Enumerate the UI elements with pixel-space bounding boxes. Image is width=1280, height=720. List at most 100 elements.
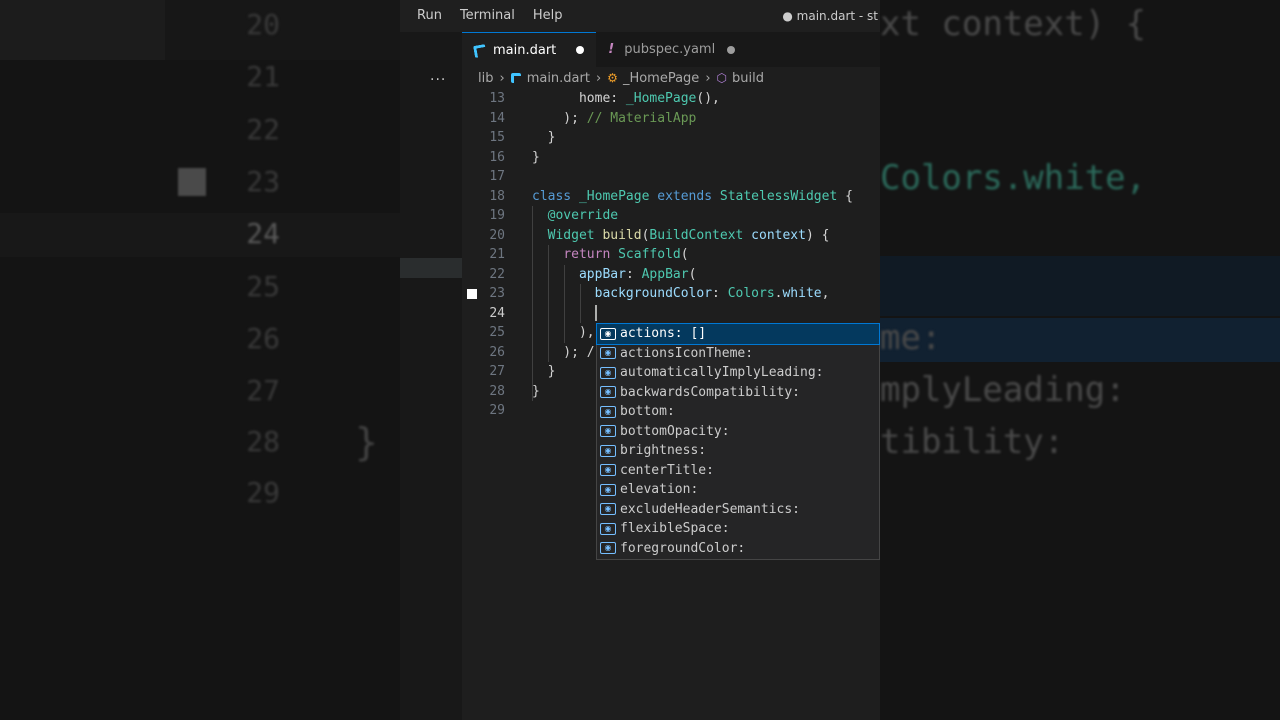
line-number: 25	[489, 325, 505, 340]
suggestion-label: actionsIconTheme:	[620, 345, 754, 361]
code-text: }	[532, 130, 556, 145]
chevron-right-icon: ›	[595, 70, 602, 86]
bg-line-number: 21	[246, 60, 280, 93]
code-line[interactable]: 24	[462, 304, 880, 324]
property-icon: ◉	[600, 483, 616, 496]
code-line[interactable]: 20 Widget build(BuildContext context) {	[462, 226, 880, 246]
tab-main-dart[interactable]: main.dart	[462, 32, 597, 67]
dart-icon	[510, 73, 521, 83]
line-number: 17	[489, 169, 505, 184]
indent-guide	[548, 245, 549, 362]
suggestion-item[interactable]: ◉ foregroundColor:	[597, 539, 879, 559]
tab-pubspec-yaml[interactable]: ! pubspec.yaml	[596, 32, 747, 67]
indent-guide	[532, 206, 533, 401]
code-text: home: _HomePage(),	[532, 91, 720, 106]
code-line[interactable]: 13 home: _HomePage(),	[462, 89, 880, 109]
suggestion-item[interactable]: ◉ brightness:	[597, 441, 879, 461]
code-line[interactable]: 14 ); // MaterialApp	[462, 109, 880, 129]
suggestion-item[interactable]: ◉ actions: []	[596, 323, 880, 345]
indent-guide	[564, 264, 565, 343]
code-line[interactable]: 19 @override	[462, 206, 880, 226]
property-icon: ◉	[600, 327, 616, 340]
suggestion-item[interactable]: ◉ automaticallyImplyLeading:	[597, 363, 879, 383]
autocomplete-widget[interactable]: ◉ actions: [] ◉ actionsIconTheme: ◉ automatic…	[596, 323, 880, 560]
bg-right-line: me:	[880, 318, 942, 358]
property-icon: ◉	[600, 366, 616, 379]
line-number: 21	[489, 247, 505, 262]
line-number: 27	[489, 364, 505, 379]
suggestion-label: centerTitle:	[620, 462, 714, 478]
breadcrumb-method[interactable]: build	[732, 71, 764, 86]
code-line[interactable]: 17	[462, 167, 880, 187]
code-text: }	[532, 149, 540, 165]
property-icon: ◉	[600, 464, 616, 477]
property-icon: ◉	[600, 444, 616, 457]
suggestion-item[interactable]: ◉ excludeHeaderSemantics:	[597, 500, 879, 520]
suggestion-item[interactable]: ◉ actionsIconTheme:	[597, 344, 879, 364]
tab-label: main.dart	[493, 42, 557, 58]
unsaved-dot-icon[interactable]	[576, 46, 585, 54]
bg-right-line: xt context) {	[880, 4, 1147, 44]
breadcrumb-class[interactable]: _HomePage	[623, 71, 699, 86]
window-title: ● main.dart - st	[782, 9, 878, 23]
breadcrumb-file[interactable]: main.dart	[527, 71, 590, 86]
suggestion-item[interactable]: ◉ bottomOpacity:	[597, 422, 879, 442]
code-line[interactable]: 21 return Scaffold(	[462, 245, 880, 265]
line-number: 22	[489, 266, 505, 282]
menu-run[interactable]: Run	[408, 0, 451, 32]
bg-right-line: tibility:	[880, 422, 1065, 462]
bg-right-line: Colors.white,	[880, 158, 1147, 198]
bg-line-number: 25	[246, 270, 280, 303]
suggestion-item[interactable]: ◉ elevation:	[597, 480, 879, 500]
suggestion-item[interactable]: ◉ backwardsCompatibility:	[597, 383, 879, 403]
bg-right-line: mplyLeading:	[880, 370, 1126, 410]
suggestion-label: elevation:	[620, 482, 699, 497]
dart-icon	[474, 45, 485, 56]
tab-bar: main.dart ! pubspec.yaml	[462, 32, 880, 67]
line-number: 28	[489, 383, 505, 399]
code-line[interactable]: 22 appBar: AppBar(	[462, 265, 880, 285]
code-text: @override	[547, 208, 619, 223]
class-icon: ⚙	[607, 71, 618, 85]
chevron-right-icon: ›	[705, 70, 711, 86]
bg-line-number: 23	[246, 165, 280, 198]
method-icon: ⬡	[716, 71, 727, 85]
activity-bar: ···	[400, 32, 462, 720]
menu-help[interactable]: Help	[524, 0, 572, 32]
property-icon: ◉	[600, 405, 616, 418]
code-text: appBar: AppBar(	[578, 266, 697, 282]
suggestion-item[interactable]: ◉ flexibleSpace:	[597, 519, 879, 539]
bg-modified-marker	[178, 168, 206, 196]
property-icon: ◉	[600, 522, 616, 535]
code-text: ); // MaterialApp	[532, 110, 697, 126]
bg-strip	[0, 0, 165, 60]
property-icon: ◉	[600, 425, 616, 438]
more-icon[interactable]: ···	[430, 72, 446, 88]
code-line[interactable]: 23 backgroundColor: Colors.white,	[462, 284, 880, 304]
code-text: return Scaffold(	[563, 247, 689, 262]
unsaved-dot-icon[interactable]	[727, 45, 736, 54]
suggestion-label: flexibleSpace:	[620, 521, 730, 536]
property-icon: ◉	[600, 503, 616, 516]
indent-guide	[580, 284, 581, 323]
code-line[interactable]: 16}	[462, 148, 880, 168]
line-number: 16	[489, 149, 505, 165]
bg-current-line	[0, 213, 400, 257]
menu-terminal[interactable]: Terminal	[451, 0, 524, 32]
code-text: Widget build(BuildContext context) {	[547, 227, 830, 243]
breadcrumb: lib › main.dart › ⚙ _HomePage › ⬡ build	[462, 67, 880, 89]
property-icon: ◉	[600, 386, 616, 399]
suggestion-item[interactable]: ◉ bottom:	[597, 402, 879, 422]
yaml-icon: !	[608, 42, 615, 57]
line-number: 20	[489, 227, 505, 243]
line-number: 19	[489, 208, 505, 223]
code-text: class _HomePage extends StatelessWidget …	[532, 188, 853, 204]
tab-label: pubspec.yaml	[624, 42, 716, 57]
line-number: 15	[489, 130, 505, 145]
code-line[interactable]: 15 }	[462, 128, 880, 148]
suggestion-label: foregroundColor:	[620, 540, 746, 556]
breadcrumb-folder[interactable]: lib	[478, 71, 493, 86]
suggestion-label: bottomOpacity:	[620, 423, 730, 439]
suggestion-item[interactable]: ◉ centerTitle:	[597, 461, 879, 481]
code-line[interactable]: 18 class _HomePage extends StatelessWidge…	[462, 187, 880, 207]
